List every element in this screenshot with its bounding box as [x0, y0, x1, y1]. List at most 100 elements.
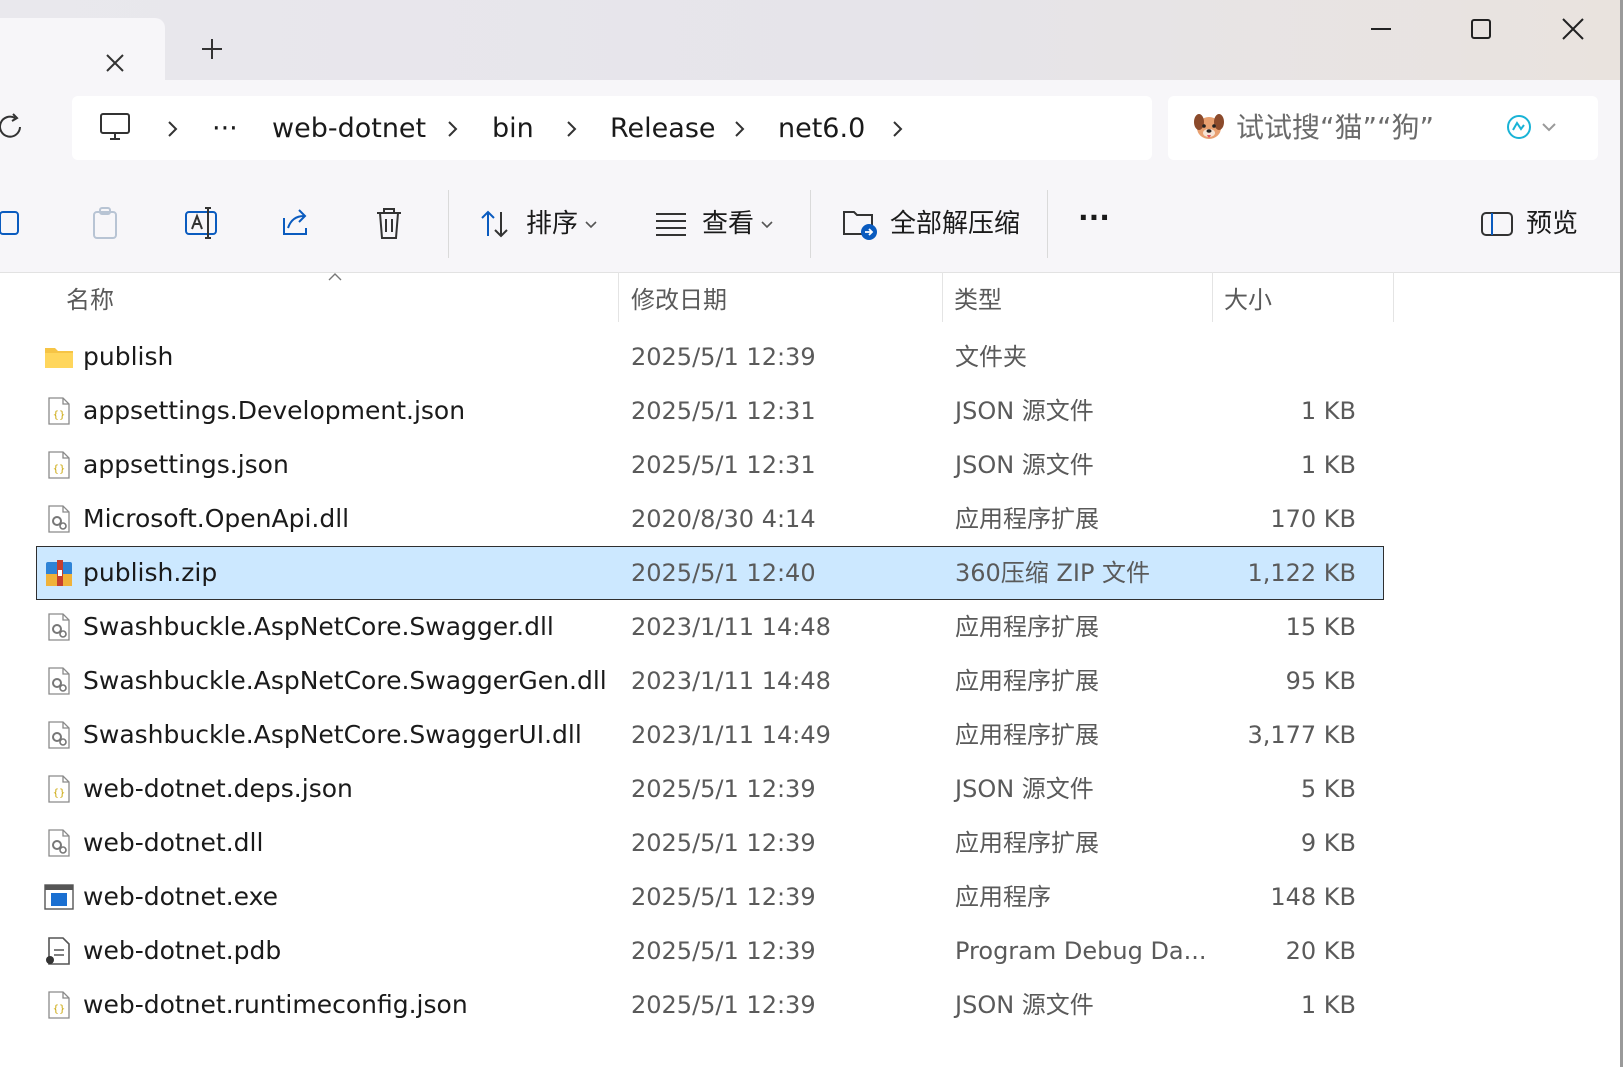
file-name: web-dotnet.deps.json	[83, 774, 353, 803]
file-row[interactable]: publish 2025/5/1 12:39 文件夹	[36, 330, 1384, 384]
file-row-selected[interactable]: publish.zip 2025/5/1 12:40 360压缩 ZIP 文件 1,1…	[36, 546, 1384, 600]
file-name: web-dotnet.pdb	[83, 936, 282, 965]
file-date: 2025/5/1 12:39	[631, 991, 816, 1019]
dll-file-icon	[44, 612, 74, 642]
file-date: 2025/5/1 12:39	[631, 775, 816, 803]
chevron-right-icon[interactable]	[162, 118, 182, 140]
file-row[interactable]: web-dotnet.dll 2025/5/1 12:39 应用程序扩展 9 KB	[36, 816, 1384, 870]
file-row[interactable]: Swashbuckle.AspNetCore.SwaggerUI.dll 2023…	[36, 708, 1384, 762]
more-button[interactable]: ···	[1074, 202, 1122, 246]
chevron-right-icon[interactable]	[442, 118, 462, 140]
toolbar-separator	[1047, 190, 1048, 258]
file-date: 2025/5/1 12:39	[631, 883, 816, 911]
paste-icon[interactable]	[90, 202, 124, 246]
preview-button[interactable]: 预览	[1480, 202, 1600, 246]
file-name: publish	[83, 342, 174, 371]
file-row[interactable]: {} web-dotnet.runtimeconfig.json 2025/5/1 …	[36, 978, 1384, 1032]
preview-pane-icon	[1481, 212, 1513, 236]
file-size: 95 KB	[1285, 667, 1356, 695]
file-size: 3,177 KB	[1247, 721, 1356, 749]
file-row[interactable]: {} appsettings.json 2025/5/1 12:31 JSON 源文件…	[36, 438, 1384, 492]
title-bar	[0, 0, 1623, 80]
chevron-right-icon[interactable]	[887, 118, 907, 140]
chevron-down-icon	[585, 221, 597, 229]
svg-text:{}: {}	[53, 788, 66, 799]
breadcrumb-item-web-dotnet[interactable]: web-dotnet	[272, 114, 426, 144]
delete-icon[interactable]	[372, 202, 406, 246]
share-icon[interactable]	[278, 202, 314, 246]
ai-search-icon[interactable]	[1504, 112, 1534, 142]
file-type: 应用程序扩展	[955, 721, 1099, 749]
json-file-icon: {}	[44, 774, 74, 804]
file-name: Swashbuckle.AspNetCore.Swagger.dll	[83, 612, 554, 641]
close-tab-icon[interactable]	[102, 50, 128, 76]
file-row[interactable]: Swashbuckle.AspNetCore.Swagger.dll 2023/1…	[36, 600, 1384, 654]
chevron-down-icon[interactable]	[1540, 118, 1558, 136]
dll-file-icon	[44, 828, 74, 858]
copy-icon[interactable]	[0, 202, 30, 246]
file-row[interactable]: Microsoft.OpenApi.dll 2020/8/30 4:14 应用程序扩…	[36, 492, 1384, 546]
file-row[interactable]: Swashbuckle.AspNetCore.SwaggerGen.dll 202…	[36, 654, 1384, 708]
column-divider[interactable]	[1212, 272, 1213, 322]
column-header-size[interactable]: 大小	[1224, 284, 1272, 316]
file-size: 1 KB	[1300, 451, 1356, 479]
preview-label: 预览	[1526, 209, 1579, 239]
search-placeholder: 试试搜“猫”“狗”	[1236, 111, 1435, 144]
dll-file-icon	[44, 504, 74, 534]
view-button[interactable]: 查看	[654, 202, 792, 246]
file-date: 2025/5/1 12:39	[631, 829, 816, 857]
file-type: 文件夹	[955, 343, 1027, 371]
file-name: Swashbuckle.AspNetCore.SwaggerUI.dll	[83, 720, 582, 749]
new-tab-icon[interactable]	[199, 36, 225, 62]
json-file-icon: {}	[44, 990, 74, 1020]
breadcrumb-item-release[interactable]: Release	[610, 114, 716, 144]
breadcrumb-item-bin[interactable]: bin	[492, 114, 534, 144]
view-list-icon	[656, 213, 686, 236]
refresh-icon[interactable]	[0, 110, 28, 144]
dll-file-icon	[44, 666, 74, 696]
file-row[interactable]: web-dotnet.pdb 2025/5/1 12:39 Program Debu…	[36, 924, 1384, 978]
column-header: 名称 修改日期 类型 大小	[0, 272, 1623, 330]
file-size: 20 KB	[1285, 937, 1356, 965]
toolbar-separator	[810, 190, 811, 258]
breadcrumb[interactable]: ··· web-dotnet bin Release net6.0	[72, 96, 1152, 160]
file-date: 2025/5/1 12:31	[631, 397, 816, 425]
rename-icon[interactable]	[184, 202, 220, 246]
file-date: 2025/5/1 12:39	[631, 343, 816, 371]
column-divider[interactable]	[942, 272, 943, 322]
column-header-name[interactable]: 名称	[66, 284, 114, 316]
json-file-icon: {}	[44, 450, 74, 480]
file-type: Program Debug Da...	[955, 937, 1207, 965]
file-type: 应用程序扩展	[955, 613, 1099, 641]
search-input[interactable]: 试试搜“猫”“狗”	[1168, 96, 1598, 160]
file-type: 应用程序扩展	[955, 505, 1099, 533]
file-name: appsettings.json	[83, 450, 289, 479]
active-tab[interactable]	[0, 18, 165, 80]
breadcrumb-item-net6[interactable]: net6.0	[778, 114, 865, 144]
column-divider[interactable]	[1393, 272, 1394, 322]
file-size: 5 KB	[1300, 775, 1356, 803]
command-bar: 排序 查看 全部解压缩 ··· 预览	[0, 176, 1623, 273]
file-row[interactable]: {} appsettings.Development.json 2025/5/1 1…	[36, 384, 1384, 438]
extract-all-button[interactable]: 全部解压缩	[842, 202, 1022, 246]
sort-ascending-icon	[328, 273, 342, 281]
dog-emoji-icon	[1194, 114, 1224, 139]
close-window-icon[interactable]	[1546, 16, 1600, 56]
column-header-type[interactable]: 类型	[954, 284, 1002, 316]
this-pc-icon[interactable]	[98, 110, 132, 144]
file-name: web-dotnet.exe	[83, 882, 279, 911]
breadcrumb-overflow[interactable]: ···	[212, 114, 238, 144]
maximize-icon[interactable]	[1454, 16, 1508, 56]
dll-file-icon	[44, 720, 74, 750]
file-row[interactable]: web-dotnet.exe 2025/5/1 12:39 应用程序 148 KB	[36, 870, 1384, 924]
file-date: 2025/5/1 12:39	[631, 937, 816, 965]
minimize-icon[interactable]	[1354, 16, 1408, 56]
svg-text:{}: {}	[53, 464, 66, 475]
chevron-right-icon[interactable]	[729, 118, 749, 140]
file-row[interactable]: {} web-dotnet.deps.json 2025/5/1 12:39 JSON…	[36, 762, 1384, 816]
chevron-right-icon[interactable]	[561, 118, 581, 140]
column-header-date[interactable]: 修改日期	[631, 284, 727, 316]
column-divider[interactable]	[618, 272, 619, 322]
toolbar-separator	[448, 190, 449, 258]
sort-button[interactable]: 排序	[478, 202, 613, 246]
